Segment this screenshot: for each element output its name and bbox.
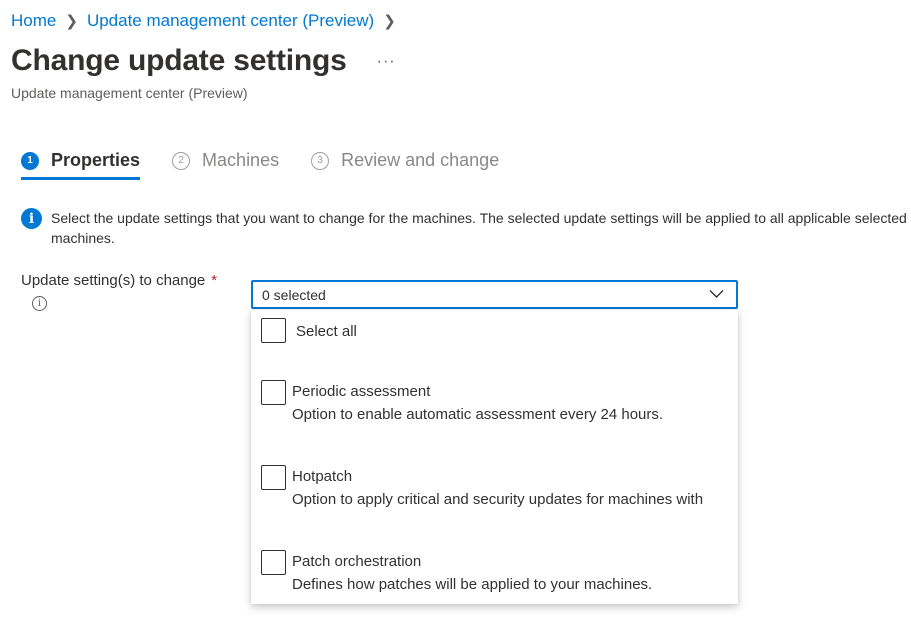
chevron-down-icon (709, 290, 724, 298)
option-description: Defines how patches will be applied to y… (292, 576, 653, 593)
chevron-right-icon: ❯ (383, 13, 396, 30)
checkbox[interactable] (261, 550, 286, 575)
option-label: Select all (296, 323, 357, 340)
step-number-icon: 1 (21, 151, 39, 170)
breadcrumb: Home ❯ Update management center (Preview… (11, 11, 405, 31)
checkbox[interactable] (261, 380, 286, 405)
field-info-icon[interactable]: i (32, 296, 47, 311)
title-row: Change update settings ··· (11, 44, 396, 78)
option-patch-orchestration[interactable]: Patch orchestration Defines how patches … (261, 550, 652, 595)
tab-properties[interactable]: 1 Properties (21, 150, 141, 180)
breadcrumb-parent-link[interactable]: Update management center (Preview) (87, 11, 374, 31)
option-hotpatch[interactable]: Hotpatch Option to apply critical and se… (261, 465, 703, 510)
dropdown-menu: Select all Periodic assessment Option to… (251, 310, 738, 604)
option-label: Hotpatch (292, 468, 353, 485)
option-periodic-assessment[interactable]: Periodic assessment Option to enable aut… (261, 380, 663, 425)
dropdown-value: 0 selected (262, 286, 326, 303)
tab-label: Review and change (341, 150, 500, 170)
tab-machines[interactable]: 2 Machines (172, 150, 279, 180)
wizard-steps: 1 Properties 2 Machines 3 Review and cha… (21, 150, 531, 180)
checkbox[interactable] (261, 465, 286, 490)
step-number-icon: 3 (311, 151, 330, 170)
checkbox[interactable] (261, 318, 286, 343)
tab-review-and-change[interactable]: 3 Review and change (311, 150, 499, 180)
option-description: Option to apply critical and security up… (292, 491, 704, 508)
more-options-button[interactable]: ··· (377, 53, 396, 71)
page-title: Change update settings (11, 44, 347, 77)
option-label: Periodic assessment (292, 383, 431, 400)
update-settings-dropdown[interactable]: 0 selected (251, 280, 738, 309)
option-label: Patch orchestration (292, 553, 422, 570)
chevron-right-icon: ❯ (65, 13, 78, 30)
info-banner: i Select the update settings that you wa… (21, 208, 911, 248)
info-icon: i (21, 208, 42, 229)
option-description: Option to enable automatic assessment ev… (292, 406, 664, 423)
step-number-icon: 2 (172, 151, 191, 170)
page-subtitle: Update management center (Preview) (11, 85, 248, 101)
field-label: Update setting(s) to change * (21, 272, 217, 289)
breadcrumb-home-link[interactable]: Home (11, 11, 56, 31)
required-marker: * (211, 272, 218, 289)
field-label-text: Update setting(s) to change (21, 272, 206, 289)
info-text: Select the update settings that you want… (51, 210, 907, 246)
tab-label: Properties (51, 150, 141, 170)
tab-label: Machines (202, 150, 280, 170)
option-select-all[interactable]: Select all (261, 318, 357, 343)
